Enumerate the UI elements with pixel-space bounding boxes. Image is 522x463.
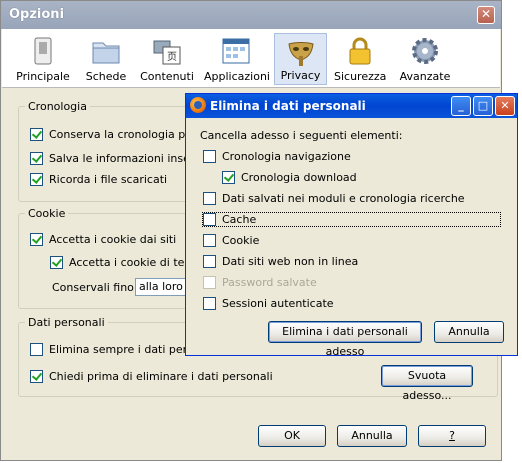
- accept-cookies-row[interactable]: Accetta i cookie dai siti: [30, 233, 176, 246]
- checkbox-label: Ricorda i file scaricati: [49, 173, 168, 186]
- checkbox-label: Cache: [222, 213, 257, 226]
- clear-now-dialog-button[interactable]: Elimina i dati personali adesso: [268, 321, 422, 358]
- tab-contenuti[interactable]: 页 Contenuti: [138, 33, 196, 85]
- svg-text:页: 页: [167, 51, 177, 63]
- history-legend: Cronologia: [25, 100, 90, 113]
- history-forms-row[interactable]: Salva le informazioni inserite: [30, 152, 209, 165]
- item-browsing-history[interactable]: Cronologia navigazione: [203, 150, 351, 163]
- dialog-title: Elimina i dati personali: [210, 99, 366, 113]
- options-titlebar[interactable]: Opzioni ✕: [1, 1, 501, 29]
- switch-icon: [34, 37, 52, 65]
- tab-sicurezza[interactable]: Sicurezza: [334, 33, 386, 85]
- window-title: Opzioni: [9, 7, 65, 22]
- item-form-data[interactable]: Dati salvati nei moduli e cronologia ric…: [203, 192, 465, 205]
- ok-button[interactable]: OK: [258, 425, 326, 447]
- tab-avanzate[interactable]: Avanzate: [397, 33, 453, 85]
- tab-label: Applicazioni: [204, 70, 270, 83]
- dialog-intro: Cancella adesso i seguenti elementi:: [200, 129, 403, 142]
- personal-data-legend: Dati personali: [25, 316, 108, 329]
- checkbox[interactable]: [50, 256, 63, 269]
- content-icon: 页: [153, 40, 181, 65]
- dialog-titlebar[interactable]: Elimina i dati personali _ □ ✕: [186, 94, 517, 118]
- firefox-icon: [190, 97, 206, 113]
- checkbox: [203, 276, 216, 289]
- tab-applicazioni[interactable]: Applicazioni: [204, 33, 270, 85]
- item-offline-data[interactable]: Dati siti web non in linea: [203, 255, 358, 268]
- checkbox[interactable]: [30, 152, 43, 165]
- keep-until-label: Conservali fino:: [52, 281, 138, 294]
- item-cache[interactable]: Cache: [202, 212, 501, 227]
- item-download-history[interactable]: Cronologia download: [222, 171, 357, 184]
- checkbox-label: Accetta i cookie dai siti: [49, 233, 177, 246]
- checkbox-label: Conserva la cronologia per a: [49, 128, 207, 141]
- checkbox-label: Dati siti web non in linea: [222, 255, 359, 268]
- history-downloads-row[interactable]: Ricorda i file scaricati: [30, 173, 167, 186]
- checkbox[interactable]: [203, 297, 216, 310]
- tab-principale[interactable]: Principale: [15, 33, 71, 85]
- folder-icon: [92, 42, 120, 64]
- cookies-legend: Cookie: [25, 207, 69, 220]
- tab-schede[interactable]: Schede: [78, 33, 134, 85]
- cancel-button[interactable]: Annulla: [337, 425, 407, 447]
- checkbox-label: Cronologia navigazione: [222, 150, 351, 163]
- checkbox[interactable]: [203, 192, 216, 205]
- tab-label: Sicurezza: [334, 70, 387, 83]
- item-cookies[interactable]: Cookie: [203, 234, 259, 247]
- options-toolbar: Principale Schede 页 Contenuti Applicazio…: [2, 29, 500, 88]
- close-button[interactable]: ✕: [477, 6, 495, 24]
- checkbox[interactable]: [30, 233, 43, 246]
- lock-icon: [349, 37, 371, 65]
- help-button[interactable]: ?: [418, 425, 486, 447]
- dialog-cancel-button[interactable]: Annulla: [434, 321, 504, 343]
- ask-before-row[interactable]: Chiedi prima di eliminare i dati persona…: [30, 370, 273, 383]
- checkbox[interactable]: [203, 213, 216, 226]
- clear-private-data-dialog: Elimina i dati personali _ □ ✕ Cancella …: [185, 93, 518, 358]
- checkbox[interactable]: [30, 128, 43, 141]
- checkbox[interactable]: [203, 150, 216, 163]
- tab-label: Avanzate: [399, 70, 451, 83]
- checkbox[interactable]: [203, 255, 216, 268]
- tab-label: Contenuti: [140, 70, 194, 83]
- checkbox-label: Accetta i cookie di terze: [69, 256, 202, 269]
- maximize-button[interactable]: □: [473, 96, 493, 116]
- dialog-close-button[interactable]: ✕: [495, 96, 515, 116]
- checkbox-label: Cookie: [222, 234, 260, 247]
- tab-label: Principale: [16, 70, 70, 83]
- item-saved-passwords: Password salvate: [203, 276, 317, 289]
- tab-privacy[interactable]: Privacy: [274, 33, 327, 85]
- checkbox[interactable]: [203, 234, 216, 247]
- checkbox[interactable]: [30, 173, 43, 186]
- checkbox[interactable]: [222, 171, 235, 184]
- mask-icon: [287, 42, 314, 66]
- tab-label: Schede: [85, 70, 127, 83]
- minimize-button[interactable]: _: [451, 96, 471, 116]
- checkbox-label: Password salvate: [222, 276, 317, 289]
- third-party-cookies-row[interactable]: Accetta i cookie di terze: [50, 256, 202, 269]
- tab-label: Privacy: [280, 69, 321, 82]
- checkbox-label: Sessioni autenticate: [222, 297, 334, 310]
- checkbox[interactable]: [30, 370, 43, 383]
- applications-icon: [222, 38, 250, 64]
- checkbox[interactable]: [30, 343, 43, 356]
- clear-now-button[interactable]: Svuota adesso...: [381, 365, 473, 402]
- gear-icon: [412, 38, 438, 64]
- history-keep-row[interactable]: Conserva la cronologia per a: [30, 128, 207, 141]
- checkbox-label: Chiedi prima di eliminare i dati persona…: [49, 370, 273, 383]
- checkbox-label: Cronologia download: [241, 171, 357, 184]
- checkbox-label: Dati salvati nei moduli e cronologia ric…: [222, 192, 465, 205]
- item-sessions[interactable]: Sessioni autenticate: [203, 297, 334, 310]
